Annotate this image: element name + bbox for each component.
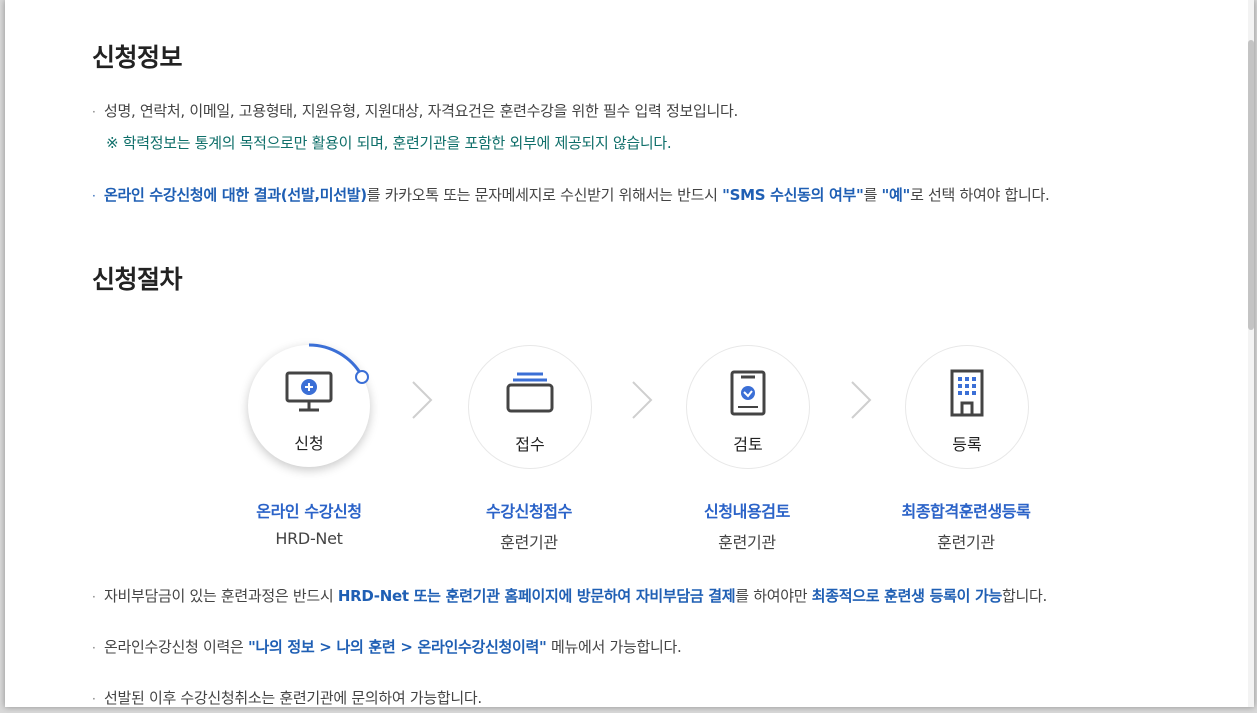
- section-title-procedure: 신청절차: [92, 265, 183, 294]
- bullet-dot: ·: [92, 189, 96, 203]
- info-bullet-1: · 성명, 연락처, 이메일, 고용형태, 지원유형, 지원대상, 자격요건은 훈…: [92, 100, 738, 121]
- step-label: 검토: [733, 435, 763, 454]
- step-review: 검토: [686, 345, 810, 469]
- note-self-payment-text-c: 합니다.: [1002, 587, 1047, 605]
- bullet-dot: ·: [92, 692, 96, 706]
- step-register: 등록: [905, 345, 1029, 469]
- modal-scrollbar[interactable]: [1248, 0, 1254, 707]
- education-info-note: ※ 학력정보는 통계의 목적으로만 활용이 되며, 훈련기관을 포함한 외부에 …: [106, 134, 672, 152]
- info-bullet-2-text-c: 로 선택 하여야 합니다.: [910, 186, 1050, 204]
- result-notice-emphasis: 온라인 수강신청에 대한 결과(선발,미선발): [104, 186, 367, 204]
- step-title-register: 최종합격훈련생등록: [901, 502, 1031, 521]
- step-subtitle-receipt: 훈련기관: [500, 533, 558, 552]
- step-apply: 신청: [248, 343, 370, 467]
- note-self-payment-text-b: 를 하여야만: [735, 587, 812, 605]
- step-subtitle-register: 훈련기관: [937, 533, 995, 552]
- yes-emphasis: "예": [881, 186, 911, 204]
- chevron-right-icon: [851, 381, 872, 419]
- step-title-receipt: 수강신청접수: [486, 502, 572, 521]
- note-history-text: 온라인수강신청 이력은: [104, 638, 248, 656]
- step-label: 신청: [294, 434, 324, 453]
- note-history: · 온라인수강신청 이력은 "나의 정보 > 나의 훈련 > 온라인수강신청이력"…: [92, 636, 682, 657]
- building-icon: [950, 369, 984, 417]
- note-cancel-text: 선발된 이후 수강신청취소는 훈련기관에 문의하여 가능합니다.: [104, 689, 482, 707]
- note-history-text-b: 메뉴에서 가능합니다.: [546, 638, 682, 656]
- tray-icon: [506, 372, 554, 413]
- chevron-right-icon: [632, 381, 653, 419]
- info-bullet-1-text: 성명, 연락처, 이메일, 고용형태, 지원유형, 지원대상, 자격요건은 훈련…: [104, 102, 738, 120]
- note-self-payment: · 자비부담금이 있는 훈련과정은 반드시 HRD-Net 또는 훈련기관 홈페이…: [92, 585, 1047, 606]
- bullet-dot: ·: [92, 641, 96, 655]
- note-cancel: · 선발된 이후 수강신청취소는 훈련기관에 문의하여 가능합니다.: [92, 687, 482, 707]
- bullet-dot: ·: [92, 590, 96, 604]
- info-bullet-2-text: 를 카카오톡 또는 문자메세지로 수신받기 위해서는 반드시: [366, 186, 723, 204]
- step-title-review: 신청내용검토: [704, 502, 790, 521]
- clipboard-check-icon: [730, 370, 766, 416]
- registration-emphasis: 최종적으로 훈련생 등록이 가능: [811, 587, 1003, 605]
- step-title-apply: 온라인 수강신청: [256, 502, 362, 521]
- info-bullet-2: · 온라인 수강신청에 대한 결과(선발,미선발)를 카카오톡 또는 문자메세지로…: [92, 184, 1050, 205]
- step-subtitle-apply: HRD-Net: [275, 529, 343, 548]
- chevron-right-icon: [412, 381, 433, 419]
- step-label: 등록: [952, 435, 982, 454]
- payment-emphasis: HRD-Net 또는 훈련기관 홈페이지에 방문하여 자비부담금 결제: [337, 587, 736, 605]
- sms-consent-emphasis: "SMS 수신동의 여부": [722, 186, 864, 204]
- bullet-dot: ·: [92, 105, 96, 119]
- step-subtitle-review: 훈련기관: [718, 533, 776, 552]
- section-title-info: 신청정보: [92, 43, 183, 72]
- step-receipt: 접수: [468, 345, 592, 469]
- scrollbar-thumb[interactable]: [1248, 40, 1254, 330]
- note-self-payment-text: 자비부담금이 있는 훈련과정은 반드시: [104, 587, 338, 605]
- application-info-modal: 신청정보 · 성명, 연락처, 이메일, 고용형태, 지원유형, 지원대상, 자격…: [5, 0, 1254, 707]
- monitor-plus-icon: [285, 371, 333, 412]
- info-bullet-2-text-b: 를: [863, 186, 882, 204]
- history-menu-path: "나의 정보 > 나의 훈련 > 온라인수강신청이력": [247, 638, 547, 656]
- step-label: 접수: [515, 435, 545, 454]
